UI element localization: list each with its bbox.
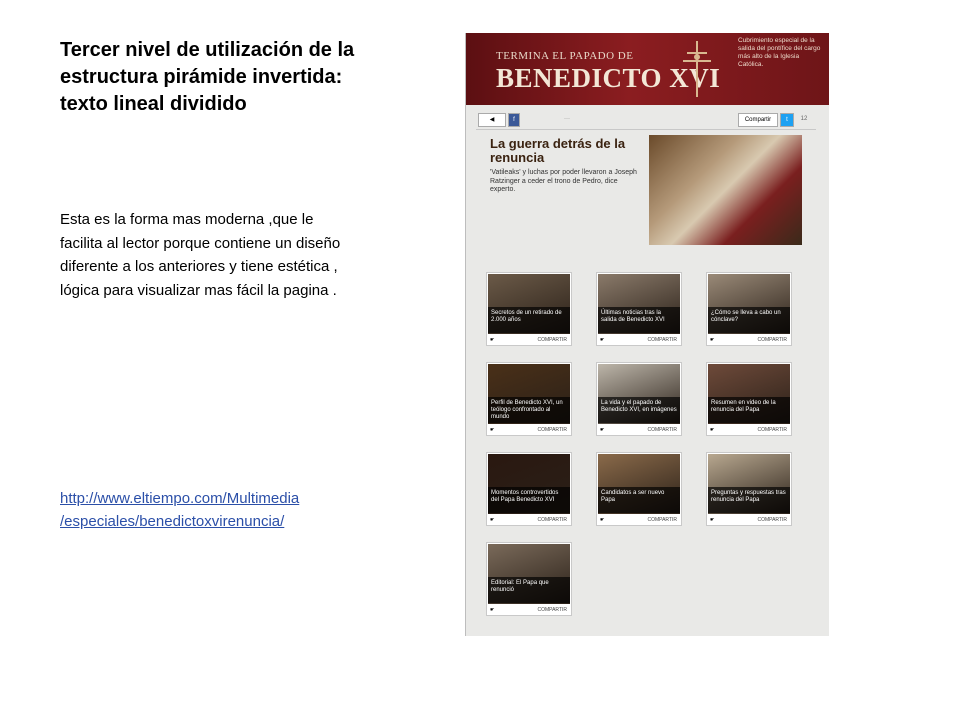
website-screenshot: TERMINA EL PAPADO DE BENEDICTO XVI Cubri… [465,33,829,636]
card-share-link[interactable]: COMPARTIR [647,425,677,435]
card-share-link[interactable]: COMPARTIR [757,515,787,525]
facebook-icon[interactable]: f [508,113,520,127]
card-share-link[interactable]: COMPARTIR [647,515,677,525]
papal-cross-icon [683,41,711,97]
banner-kicker: TERMINA EL PAPADO DE [496,50,634,62]
share-toolbar: ◀ f ··· Compartir t 12 [476,113,816,130]
card-caption[interactable]: ¿Cómo se lleva a cabo un cónclave? [708,307,790,327]
card-footer: ☛ COMPARTIR [707,335,791,345]
feature-photo[interactable] [649,135,802,245]
card-share-link[interactable]: COMPARTIR [537,605,567,615]
card-caption-box: Momentos controvertidos del Papa Benedic… [488,487,570,513]
card-caption[interactable]: Resumen en video de la renuncia del Papa [708,397,790,417]
card-footer: ☛ COMPARTIR [707,515,791,525]
story-card[interactable]: ¿Cómo se lleva a cabo un cónclave? ☛ COMPA… [706,272,792,346]
pointer-icon: ☛ [490,337,495,343]
card-footer: ☛ COMPARTIR [487,515,571,525]
pointer-icon: ☛ [490,427,495,433]
card-footer: ☛ COMPARTIR [487,335,571,345]
card-caption[interactable]: Editorial: El Papa que renunció [488,577,570,597]
card-caption-box: Preguntas y respuestas tras renuncia del… [708,487,790,513]
card-caption[interactable]: Momentos controvertidos del Papa Benedic… [488,487,570,507]
story-card[interactable]: La vida y el papado de Benedicto XVI, en… [596,362,682,436]
pointer-icon: ☛ [490,607,495,613]
card-caption[interactable]: Últimas noticias tras la salida de Bened… [598,307,680,327]
card-footer: ☛ COMPARTIR [487,605,571,615]
card-footer: ☛ COMPARTIR [707,425,791,435]
story-card[interactable]: Perfil de Benedicto XVI, un teólogo conf… [486,362,572,436]
card-share-link[interactable]: COMPARTIR [537,335,567,345]
card-share-link[interactable]: COMPARTIR [537,515,567,525]
card-caption-box: Resumen en video de la renuncia del Papa [708,397,790,423]
card-share-link[interactable]: COMPARTIR [757,335,787,345]
card-caption[interactable]: Secretos de un retirado de 2.000 años [488,307,570,327]
story-card[interactable]: Editorial: El Papa que renunció ☛ COMPARTI… [486,542,572,616]
share-button[interactable]: Compartir [738,113,778,127]
card-footer: ☛ COMPARTIR [597,335,681,345]
card-caption[interactable]: Preguntas y respuestas tras renuncia del… [708,487,790,507]
story-card[interactable]: Preguntas y respuestas tras renuncia del… [706,452,792,526]
card-caption[interactable]: Candidatos a ser nuevo Papa [598,487,680,507]
story-card[interactable]: Resumen en video de la renuncia del Papa… [706,362,792,436]
story-card[interactable]: Secretos de un retirado de 2.000 años ☛ CO… [486,272,572,346]
twitter-icon[interactable]: t [780,113,794,127]
card-footer: ☛ COMPARTIR [487,425,571,435]
card-caption-box: ¿Cómo se lleva a cabo un cónclave? [708,307,790,333]
pointer-icon: ☛ [710,427,715,433]
card-caption-box: Últimas noticias tras la salida de Bened… [598,307,680,333]
url-text: ··· [564,116,570,122]
pointer-icon: ☛ [600,427,605,433]
slide-title: Tercer nivel de utilización de la estruc… [60,39,355,115]
story-card[interactable]: Momentos controvertidos del Papa Benedic… [486,452,572,526]
card-footer: ☛ COMPARTIR [597,515,681,525]
card-caption[interactable]: Perfil de Benedicto XVI, un teólogo conf… [488,397,570,424]
story-card[interactable]: Últimas noticias tras la salida de Bened… [596,272,682,346]
card-caption-box: Candidatos a ser nuevo Papa [598,487,680,513]
card-footer: ☛ COMPARTIR [597,425,681,435]
pointer-icon: ☛ [710,337,715,343]
banner-note: Cubrimiento especial de la salida del po… [738,37,821,68]
card-share-link[interactable]: COMPARTIR [647,335,677,345]
feature-story[interactable]: La guerra detrás de la renuncia 'Vatilea… [476,133,816,245]
share-count: 12 [800,116,808,122]
card-caption-box: Secretos de un retirado de 2.000 años [488,307,570,333]
pointer-icon: ☛ [600,517,605,523]
card-share-link[interactable]: COMPARTIR [537,425,567,435]
source-link-line2[interactable]: /especiales/benedictoxvirenuncia/ [60,510,380,533]
source-link[interactable]: http://www.eltiempo.com/Multimedia /espe… [60,487,380,533]
banner: TERMINA EL PAPADO DE BENEDICTO XVI Cubri… [466,33,829,105]
source-link-line1[interactable]: http://www.eltiempo.com/Multimedia [60,487,380,510]
pointer-icon: ☛ [490,517,495,523]
card-caption[interactable]: La vida y el papado de Benedicto XVI, en… [598,397,680,417]
toolbar-divider [476,129,816,130]
slide-body-text: Esta es la forma mas moderna ,que le fac… [60,211,341,299]
card-share-link[interactable]: COMPARTIR [757,425,787,435]
feature-headline[interactable]: La guerra detrás de la renuncia [490,137,640,165]
back-button[interactable]: ◀ [478,113,506,127]
story-card[interactable]: Candidatos a ser nuevo Papa ☛ COMPARTIR [596,452,682,526]
feature-deck: 'Vatileaks' y luchas por poder llevaron … [490,169,637,193]
card-caption-box: Perfil de Benedicto XVI, un teólogo conf… [488,397,570,423]
card-caption-box: Editorial: El Papa que renunció [488,577,570,603]
pointer-icon: ☛ [600,337,605,343]
pointer-icon: ☛ [710,517,715,523]
card-caption-box: La vida y el papado de Benedicto XVI, en… [598,397,680,423]
